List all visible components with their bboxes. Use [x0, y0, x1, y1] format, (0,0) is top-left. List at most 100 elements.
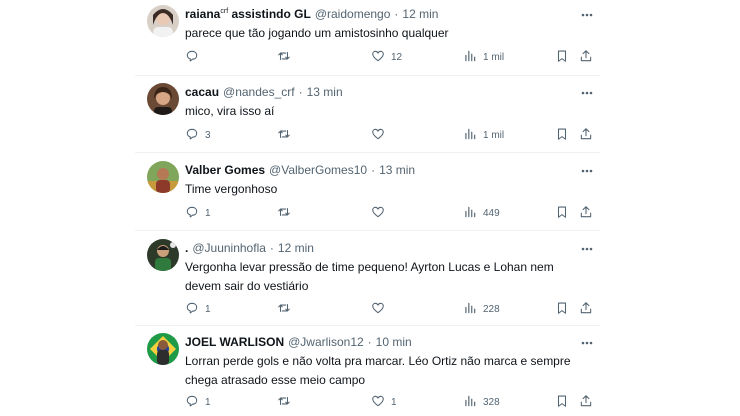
author-name[interactable]: cacau	[185, 85, 219, 99]
author-handle[interactable]: @nandes_crf	[223, 85, 295, 99]
timestamp[interactable]: 10 min	[376, 335, 412, 349]
author-handle[interactable]: @raidomengo	[315, 7, 391, 21]
action-bar: 12 1 mil	[185, 49, 597, 65]
timestamp[interactable]: 12 min	[278, 241, 314, 255]
avatar[interactable]	[147, 333, 179, 365]
author-name[interactable]: .	[185, 241, 188, 255]
reply-icon	[185, 49, 199, 66]
share-icon	[579, 394, 593, 411]
timestamp[interactable]: 13 min	[379, 163, 415, 177]
author-handle[interactable]: @Juuninhofla	[192, 241, 266, 255]
author-handle[interactable]: @Jwarlison12	[288, 335, 364, 349]
share-button[interactable]	[579, 49, 593, 65]
retweet-button[interactable]	[277, 205, 297, 221]
divider	[135, 75, 600, 76]
like-count: 1	[391, 396, 397, 408]
like-icon	[371, 127, 385, 144]
reply-button[interactable]: 1	[185, 394, 211, 410]
like-button[interactable]: 12	[371, 49, 402, 65]
bookmark-icon	[555, 49, 569, 66]
retweet-icon	[277, 394, 291, 411]
views-count: 449	[483, 207, 500, 219]
divider	[135, 325, 600, 326]
views-icon	[463, 205, 477, 222]
tweet-text: mico, vira isso aí	[185, 104, 275, 118]
views-count: 328	[483, 396, 500, 408]
reply-icon	[185, 394, 199, 411]
more-icon[interactable]	[580, 336, 594, 348]
divider	[135, 230, 600, 231]
views-button[interactable]: 228	[463, 301, 500, 317]
views-icon	[463, 394, 477, 411]
avatar[interactable]	[147, 5, 179, 37]
like-button[interactable]	[371, 127, 391, 143]
views-icon	[463, 301, 477, 318]
like-icon	[371, 49, 385, 66]
views-count: 228	[483, 303, 500, 315]
tweet-text: Lorran perde gols e não volta pra marcar…	[185, 354, 571, 387]
views-button[interactable]: 1 mil	[463, 127, 504, 143]
views-button[interactable]: 328	[463, 394, 500, 410]
more-icon[interactable]	[580, 8, 594, 20]
author-name[interactable]: Valber Gomes	[185, 163, 265, 177]
like-icon	[371, 301, 385, 318]
author-name[interactable]: raianacrf assistindo GL	[185, 7, 311, 21]
action-bar: 1 1 328	[185, 394, 597, 410]
more-icon[interactable]	[580, 164, 594, 176]
reply-count: 1	[205, 303, 211, 315]
like-button[interactable]	[371, 301, 391, 317]
retweet-button[interactable]	[277, 394, 297, 410]
reply-count: 3	[205, 129, 211, 141]
share-icon	[579, 205, 593, 222]
bookmark-icon	[555, 394, 569, 411]
separator-dot: ·	[367, 335, 372, 349]
reply-icon	[185, 301, 199, 318]
share-button[interactable]	[579, 301, 593, 317]
reply-button[interactable]: 1	[185, 301, 211, 317]
reply-icon	[185, 127, 199, 144]
tweet-header: . @Juuninhofla · 12 min	[185, 239, 314, 257]
share-button[interactable]	[579, 127, 593, 143]
views-button[interactable]: 1 mil	[463, 49, 504, 65]
bookmark-icon	[555, 301, 569, 318]
tweet-header: raianacrf assistindo GL @raidomengo · 12…	[185, 5, 438, 23]
separator-dot: ·	[298, 85, 303, 99]
share-button[interactable]	[579, 394, 593, 410]
author-name[interactable]: JOEL WARLISON	[185, 335, 284, 349]
bookmark-button[interactable]	[555, 301, 569, 317]
reply-button[interactable]: 3	[185, 127, 211, 143]
avatar[interactable]	[147, 239, 179, 271]
divider	[135, 152, 600, 153]
views-button[interactable]: 449	[463, 205, 500, 221]
tweet-header: Valber Gomes @ValberGomes10 · 13 min	[185, 161, 415, 179]
reply-button[interactable]	[185, 49, 205, 65]
retweet-button[interactable]	[277, 49, 297, 65]
views-icon	[463, 49, 477, 66]
retweet-button[interactable]	[277, 301, 297, 317]
author-handle[interactable]: @ValberGomes10	[269, 163, 367, 177]
share-button[interactable]	[579, 205, 593, 221]
more-icon[interactable]	[580, 242, 594, 254]
views-count: 1 mil	[483, 51, 505, 63]
reply-count: 1	[205, 396, 211, 408]
avatar[interactable]	[147, 83, 179, 115]
like-button[interactable]	[371, 205, 391, 221]
bookmark-button[interactable]	[555, 127, 569, 143]
separator-dot: ·	[371, 163, 376, 177]
name-badge: crf	[220, 8, 229, 15]
timestamp[interactable]: 13 min	[307, 85, 343, 99]
like-icon	[371, 205, 385, 222]
like-button[interactable]: 1	[371, 394, 397, 410]
reply-button[interactable]: 1	[185, 205, 211, 221]
timestamp[interactable]: 12 min	[402, 7, 438, 21]
bookmark-button[interactable]	[555, 205, 569, 221]
avatar[interactable]	[147, 161, 179, 193]
bookmark-button[interactable]	[555, 49, 569, 65]
action-bar: 1 449	[185, 205, 597, 221]
share-icon	[579, 127, 593, 144]
more-icon[interactable]	[580, 86, 594, 98]
tweet-header: JOEL WARLISON @Jwarlison12 · 10 min	[185, 333, 412, 351]
bookmark-button[interactable]	[555, 394, 569, 410]
reply-feed: raianacrf assistindo GL @raidomengo · 12…	[135, 0, 600, 416]
retweet-button[interactable]	[277, 127, 297, 143]
